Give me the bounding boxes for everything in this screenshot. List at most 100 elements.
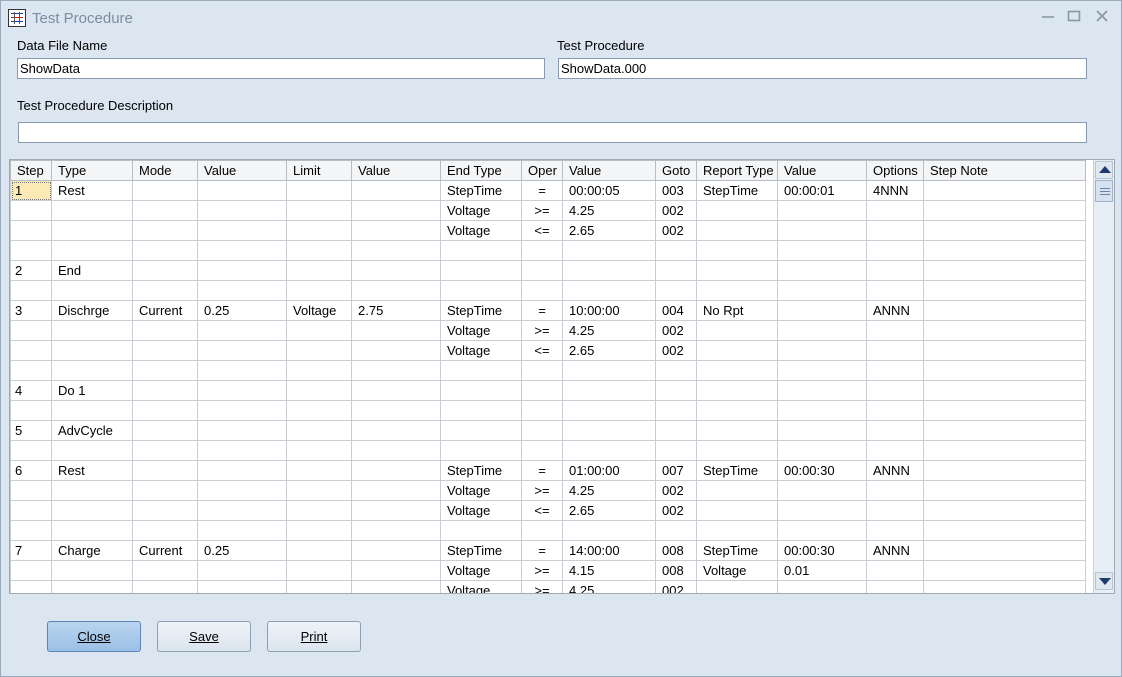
table-row[interactable]: 2 End [10, 260, 1086, 281]
grid-cell[interactable]: 002 [655, 220, 697, 241]
grid-cell[interactable] [51, 200, 133, 221]
grid-cell[interactable] [777, 420, 867, 441]
grid-cell[interactable] [351, 540, 441, 561]
grid-cell[interactable] [777, 480, 867, 501]
grid-cell[interactable]: StepTime [440, 460, 522, 481]
grid-cell[interactable] [132, 400, 198, 421]
grid-cell[interactable] [440, 380, 522, 401]
grid-cell[interactable] [440, 240, 522, 261]
grid-cell[interactable]: StepTime [696, 460, 778, 481]
grid-cell[interactable] [351, 280, 441, 301]
grid-cell[interactable] [562, 240, 656, 261]
grid-cell[interactable] [440, 420, 522, 441]
grid-cell[interactable] [655, 360, 697, 381]
step-cell[interactable]: 6 [10, 460, 52, 481]
grid-cell[interactable]: 10:00:00 [562, 300, 656, 321]
grid-cell[interactable] [655, 380, 697, 401]
grid-cell[interactable] [51, 400, 133, 421]
grid-cell[interactable]: StepTime [696, 540, 778, 561]
grid-cell[interactable] [866, 360, 924, 381]
grid-cell[interactable] [777, 220, 867, 241]
grid-cell[interactable] [351, 440, 441, 461]
grid-cell[interactable] [286, 280, 352, 301]
grid-cell[interactable] [655, 440, 697, 461]
grid-cell[interactable] [197, 500, 287, 521]
grid-cell[interactable] [866, 200, 924, 221]
grid-cell[interactable] [51, 340, 133, 361]
grid-cell[interactable]: ANNN [866, 540, 924, 561]
grid-cell[interactable] [440, 520, 522, 541]
grid-cell[interactable] [286, 220, 352, 241]
grid-cell[interactable]: 0.25 [197, 300, 287, 321]
grid-cell[interactable] [866, 260, 924, 281]
grid-cell[interactable] [132, 200, 198, 221]
grid-cell[interactable] [132, 340, 198, 361]
grid-cell[interactable] [440, 400, 522, 421]
grid-cell[interactable] [351, 180, 441, 201]
grid-cell[interactable] [696, 320, 778, 341]
grid-cell[interactable] [197, 200, 287, 221]
grid-cell[interactable] [521, 360, 563, 381]
grid-cell[interactable] [286, 380, 352, 401]
grid-cell[interactable] [696, 360, 778, 381]
grid-cell[interactable] [866, 500, 924, 521]
grid-cell[interactable] [351, 360, 441, 381]
grid-cell[interactable] [777, 580, 867, 593]
grid-cell[interactable]: Dischrge [51, 300, 133, 321]
grid-cell[interactable] [132, 260, 198, 281]
grid-cell[interactable] [777, 280, 867, 301]
step-cell[interactable] [10, 400, 52, 421]
grid-cell[interactable] [696, 280, 778, 301]
grid-cell[interactable] [866, 400, 924, 421]
table-row[interactable]: 1 Rest StepTime = 00:00:05 003 StepTime 00:00:… [10, 180, 1086, 201]
grid-cell[interactable] [197, 520, 287, 541]
grid-cell[interactable] [923, 300, 1086, 321]
table-row[interactable] [10, 360, 1086, 381]
step-cell[interactable] [10, 500, 52, 521]
grid-cell[interactable] [777, 240, 867, 261]
grid-cell[interactable]: 003 [655, 180, 697, 201]
grid-cell[interactable] [286, 240, 352, 261]
grid-cell[interactable]: Voltage [440, 560, 522, 581]
grid-cell[interactable]: Voltage [440, 200, 522, 221]
grid-cell[interactable] [696, 400, 778, 421]
grid-cell[interactable] [923, 280, 1086, 301]
grid-cell[interactable] [351, 320, 441, 341]
grid-cell[interactable] [777, 260, 867, 281]
step-cell[interactable]: 2 [10, 260, 52, 281]
step-cell[interactable] [10, 220, 52, 241]
column-header[interactable]: Mode [132, 160, 198, 181]
grid-cell[interactable] [562, 380, 656, 401]
grid-cell[interactable] [440, 260, 522, 281]
grid-cell[interactable] [655, 240, 697, 261]
grid-cell[interactable] [286, 480, 352, 501]
grid-cell[interactable] [51, 560, 133, 581]
step-cell[interactable]: 3 [10, 300, 52, 321]
grid-cell[interactable] [132, 560, 198, 581]
step-cell[interactable] [10, 440, 52, 461]
grid-cell[interactable] [351, 260, 441, 281]
grid-cell[interactable] [197, 420, 287, 441]
table-row[interactable] [10, 440, 1086, 461]
grid-cell[interactable]: <= [521, 220, 563, 241]
grid-cell[interactable] [351, 560, 441, 581]
step-cell[interactable]: 7 [10, 540, 52, 561]
grid-cell[interactable]: StepTime [440, 300, 522, 321]
grid-cell[interactable] [440, 440, 522, 461]
grid-cell[interactable]: 002 [655, 500, 697, 521]
grid-cell[interactable]: 4.25 [562, 320, 656, 341]
column-header[interactable]: Limit [286, 160, 352, 181]
grid-cell[interactable]: 0.01 [777, 560, 867, 581]
grid-cell[interactable]: >= [521, 480, 563, 501]
grid-cell[interactable] [562, 280, 656, 301]
grid-cell[interactable] [696, 200, 778, 221]
grid-cell[interactable]: 2.65 [562, 500, 656, 521]
grid-cell[interactable] [351, 340, 441, 361]
grid-cell[interactable] [351, 420, 441, 441]
grid-cell[interactable] [866, 560, 924, 581]
grid-cell[interactable] [923, 260, 1086, 281]
grid-cell[interactable]: Voltage [286, 300, 352, 321]
procedure-grid[interactable]: Step Type Mode Value Limit Value End Type Oper V… [9, 159, 1115, 594]
grid-cell[interactable] [440, 280, 522, 301]
grid-cell[interactable]: 00:00:05 [562, 180, 656, 201]
